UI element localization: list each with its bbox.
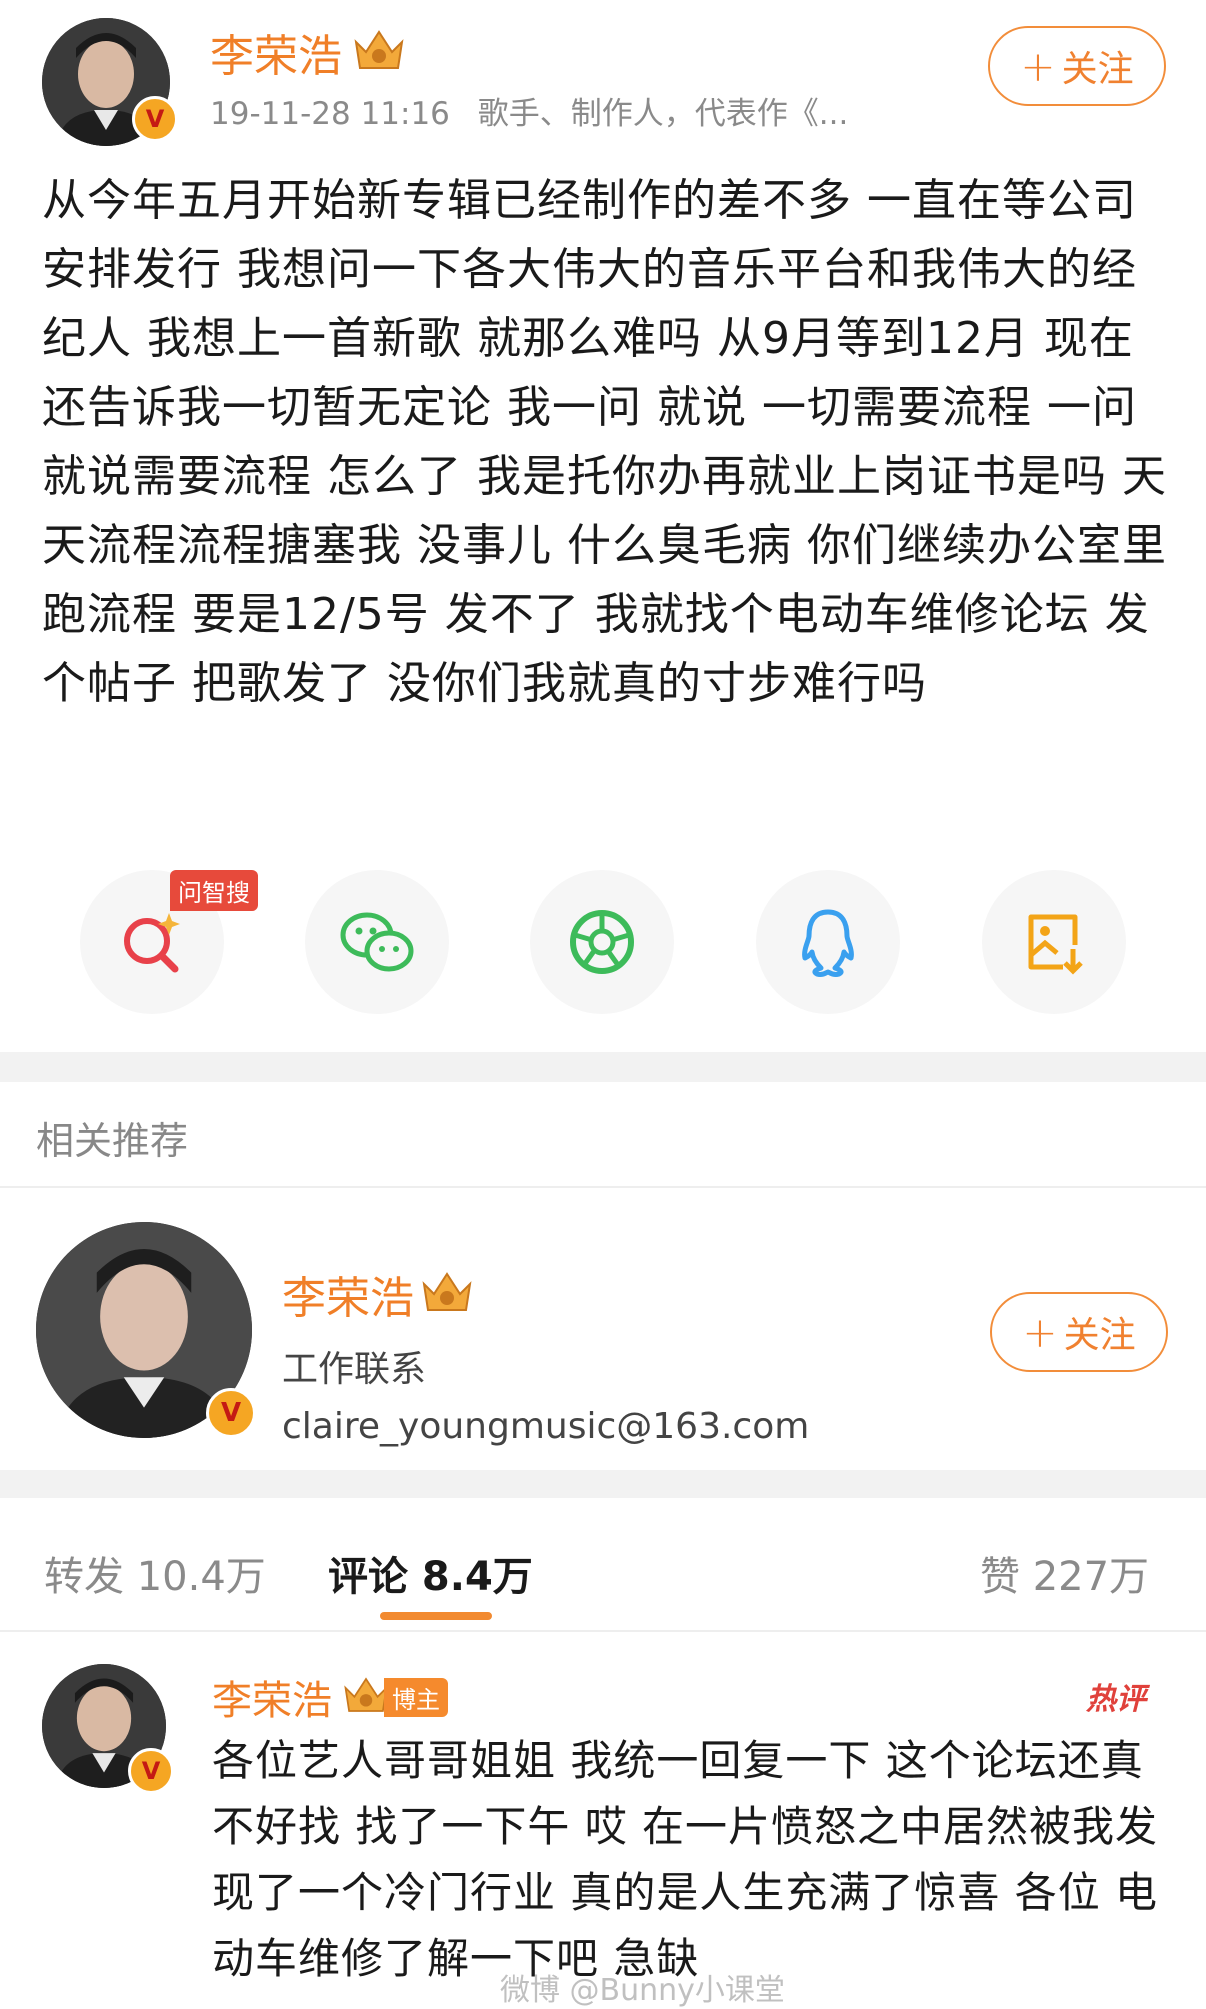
related-divider [0, 1186, 1206, 1188]
hot-comment-tag: 热评 [1086, 1682, 1146, 1717]
plus-icon: + [1022, 1307, 1058, 1357]
crown-level-icon [420, 1270, 474, 1318]
wechat-icon [340, 912, 414, 972]
author-name[interactable]: 李荣浩 [210, 20, 342, 84]
search-spark-icon [124, 913, 180, 973]
tabs-divider [0, 1630, 1206, 1632]
wechat-share-button[interactable] [305, 870, 449, 1014]
verified-badge-icon: V [132, 96, 178, 142]
follow-label: 关注 [1063, 1315, 1136, 1356]
crown-level-icon [342, 1675, 390, 1719]
watermark: 微博 @Bunny小课堂 [500, 1973, 785, 2008]
plus-icon: + [1020, 41, 1056, 91]
qq-share-button[interactable] [756, 870, 900, 1014]
related-title: 相关推荐 [36, 1119, 189, 1163]
related-contact-label: 工作联系 [282, 1349, 427, 1390]
follow-button[interactable]: + 关注 [988, 26, 1166, 106]
tab-likes[interactable]: 赞 227万 [980, 1544, 1149, 1602]
section-divider [0, 1052, 1206, 1082]
crown-level-icon [352, 28, 406, 76]
verified-badge-icon: V [206, 1388, 256, 1438]
comment-content: 各位艺人哥哥姐姐 我统一回复一下 这个论坛还真不好找 找了一下午 哎 在一片愤怒… [212, 1736, 1159, 1983]
tab-repost[interactable]: 转发 10.4万 [44, 1544, 266, 1602]
author-badge: 博主 [384, 1677, 448, 1717]
ai-search-sticker: 问智搜 [170, 870, 258, 911]
save-image-icon [1028, 914, 1083, 975]
post-timestamp: 19-11-28 11:16 [210, 96, 450, 132]
author-bio: 歌手、制作人，代表作《... [477, 96, 849, 132]
tab-comments[interactable]: 评论 8.4万 [328, 1544, 533, 1602]
section-divider [0, 1470, 1206, 1498]
follow-label: 关注 [1061, 49, 1134, 90]
commenter-name[interactable]: 李荣浩 [212, 1668, 332, 1726]
save-image-button[interactable] [982, 870, 1126, 1014]
moments-icon [570, 910, 634, 974]
qq-icon [802, 909, 854, 978]
verified-badge-icon: V [128, 1748, 174, 1794]
related-name[interactable]: 李荣浩 [282, 1262, 414, 1326]
active-tab-indicator [380, 1612, 492, 1620]
moments-share-button[interactable] [530, 870, 674, 1014]
related-follow-button[interactable]: + 关注 [990, 1292, 1168, 1372]
post-content: 从今年五月开始新专辑已经制作的差不多 一直在等公司安排发行 我想问一下各大伟大的… [42, 175, 1167, 709]
related-email: claire_youngmusic@163.com [282, 1406, 810, 1447]
